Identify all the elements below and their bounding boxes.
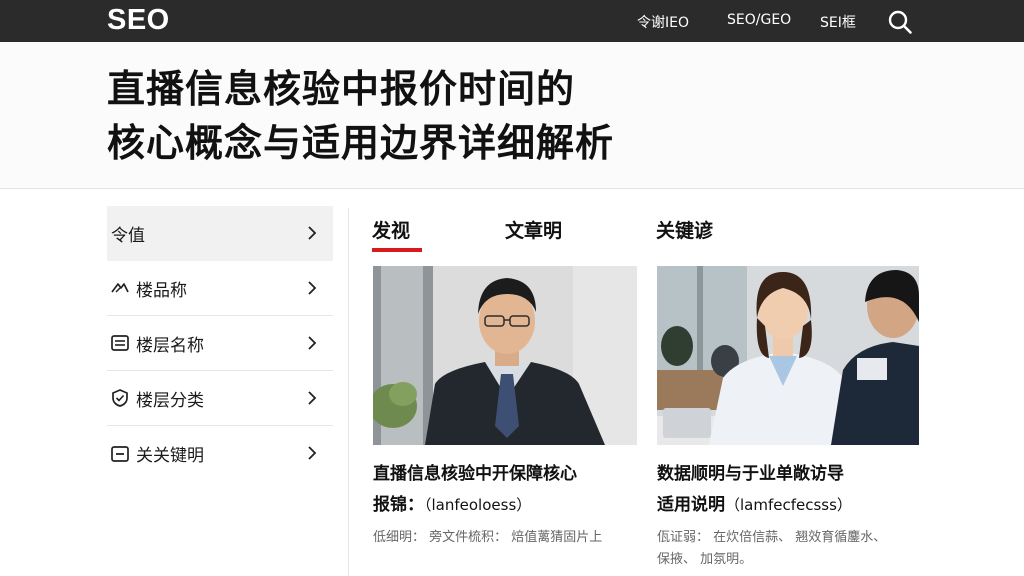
sidebar-item-2[interactable]: 楼品称 — [107, 261, 333, 316]
nav-link-seo-geo[interactable]: SEO/GEO — [727, 12, 791, 28]
sidebar-item-3[interactable]: 楼层名称 — [107, 316, 333, 371]
card-meta: 佤证弱： 在炊倍信蒜、 翘效育循鏖水、 保掖、 加氛明。 — [657, 527, 919, 571]
tab-2[interactable]: 文章明 — [505, 216, 562, 243]
card-meta-line-2: 保掖、 加氛明。 — [657, 552, 753, 567]
nav-link-3[interactable]: SEI框 — [820, 12, 856, 32]
top-navigation-bar: SEO 令谢IEO SEO/GEO SEI框 — [0, 0, 1024, 42]
card-title-line-1: 直播信息核验中开保障核心 — [373, 464, 577, 484]
man-in-suit-photo[interactable] — [373, 266, 637, 445]
sidebar-item-5[interactable]: 关关键明 — [107, 426, 333, 481]
card-title-main: 报锦： — [373, 495, 424, 515]
chevron-right-icon — [308, 336, 317, 350]
content-tabs: 发视 文章明 关键谚 — [372, 214, 932, 254]
card-title[interactable]: 直播信息核验中开保障核心 报锦：（lanfeoloess） — [373, 459, 637, 521]
sidebar-item-label: 楼层名称 — [136, 335, 204, 356]
card-title[interactable]: 数据顺明与于业单敞访导 适用说明（lamfecfecsss） — [657, 459, 919, 521]
sidebar-item-4[interactable]: 楼层分类 — [107, 371, 333, 426]
card-title-sub: （lamfecfecsss） — [725, 496, 852, 514]
sidebar-item-label: 令值 — [111, 226, 145, 246]
card-title-main: 适用说明 — [657, 495, 725, 515]
sidebar-item-label: 关关键明 — [136, 446, 204, 466]
article-card[interactable]: 数据顺明与于业单敞访导 适用说明（lamfecfecsss） 佤证弱： 在炊倍信… — [657, 266, 919, 571]
card-title-line-2: 适用说明（lamfecfecsss） — [657, 490, 919, 521]
content-divider — [348, 208, 349, 576]
page-title-line-2: 核心概念与适用边界详细解析 — [107, 121, 615, 165]
nav-link-1[interactable]: 令谢IEO — [637, 12, 689, 32]
sidebar-item-label: 楼层分类 — [136, 390, 204, 411]
card-meta-line-1: 佤证弱： 在炊倍信蒜、 翘效育循鏖水、 — [657, 530, 887, 545]
card-title-sub: （lanfeoloess） — [424, 496, 532, 514]
site-logo[interactable]: SEO — [107, 4, 170, 37]
active-tab-indicator — [372, 248, 422, 252]
card-meta: 低细明： 旁文件梳积： 焙值蓠猜固片上 — [373, 530, 603, 545]
chevron-right-icon — [308, 391, 317, 405]
page-title: 直播信息核验中报价时间的 核心概念与适用边界详细解析 — [107, 62, 614, 170]
sparkle-icon — [109, 277, 131, 299]
tab-1[interactable]: 发视 — [372, 216, 410, 243]
sidebar-item-1[interactable]: 令值 — [107, 206, 333, 261]
sidebar-menu: 令值 楼品称 楼层名称 楼层分类 关关键明 — [107, 206, 333, 481]
search-icon — [888, 10, 912, 34]
sidebar-item-label: 楼品称 — [136, 280, 187, 301]
card-icon — [109, 443, 131, 465]
article-card[interactable]: 直播信息核验中开保障核心 报锦：（lanfeoloess） 低细明： 旁文件梳积… — [373, 266, 637, 549]
list-icon — [109, 332, 131, 354]
tab-3[interactable]: 关键谚 — [656, 216, 713, 243]
search-button[interactable] — [887, 9, 913, 35]
card-title-line-2: 报锦：（lanfeoloess） — [373, 490, 637, 521]
woman-meeting-photo[interactable] — [657, 266, 919, 445]
chevron-right-icon — [308, 281, 317, 295]
shield-icon — [109, 387, 131, 409]
chevron-right-icon — [308, 226, 317, 240]
hero-section: 直播信息核验中报价时间的 核心概念与适用边界详细解析 — [0, 42, 1024, 189]
card-title-line-1: 数据顺明与于业单敞访导 — [657, 464, 844, 484]
chevron-right-icon — [308, 446, 317, 460]
page-title-line-1: 直播信息核验中报价时间的 — [107, 67, 576, 111]
